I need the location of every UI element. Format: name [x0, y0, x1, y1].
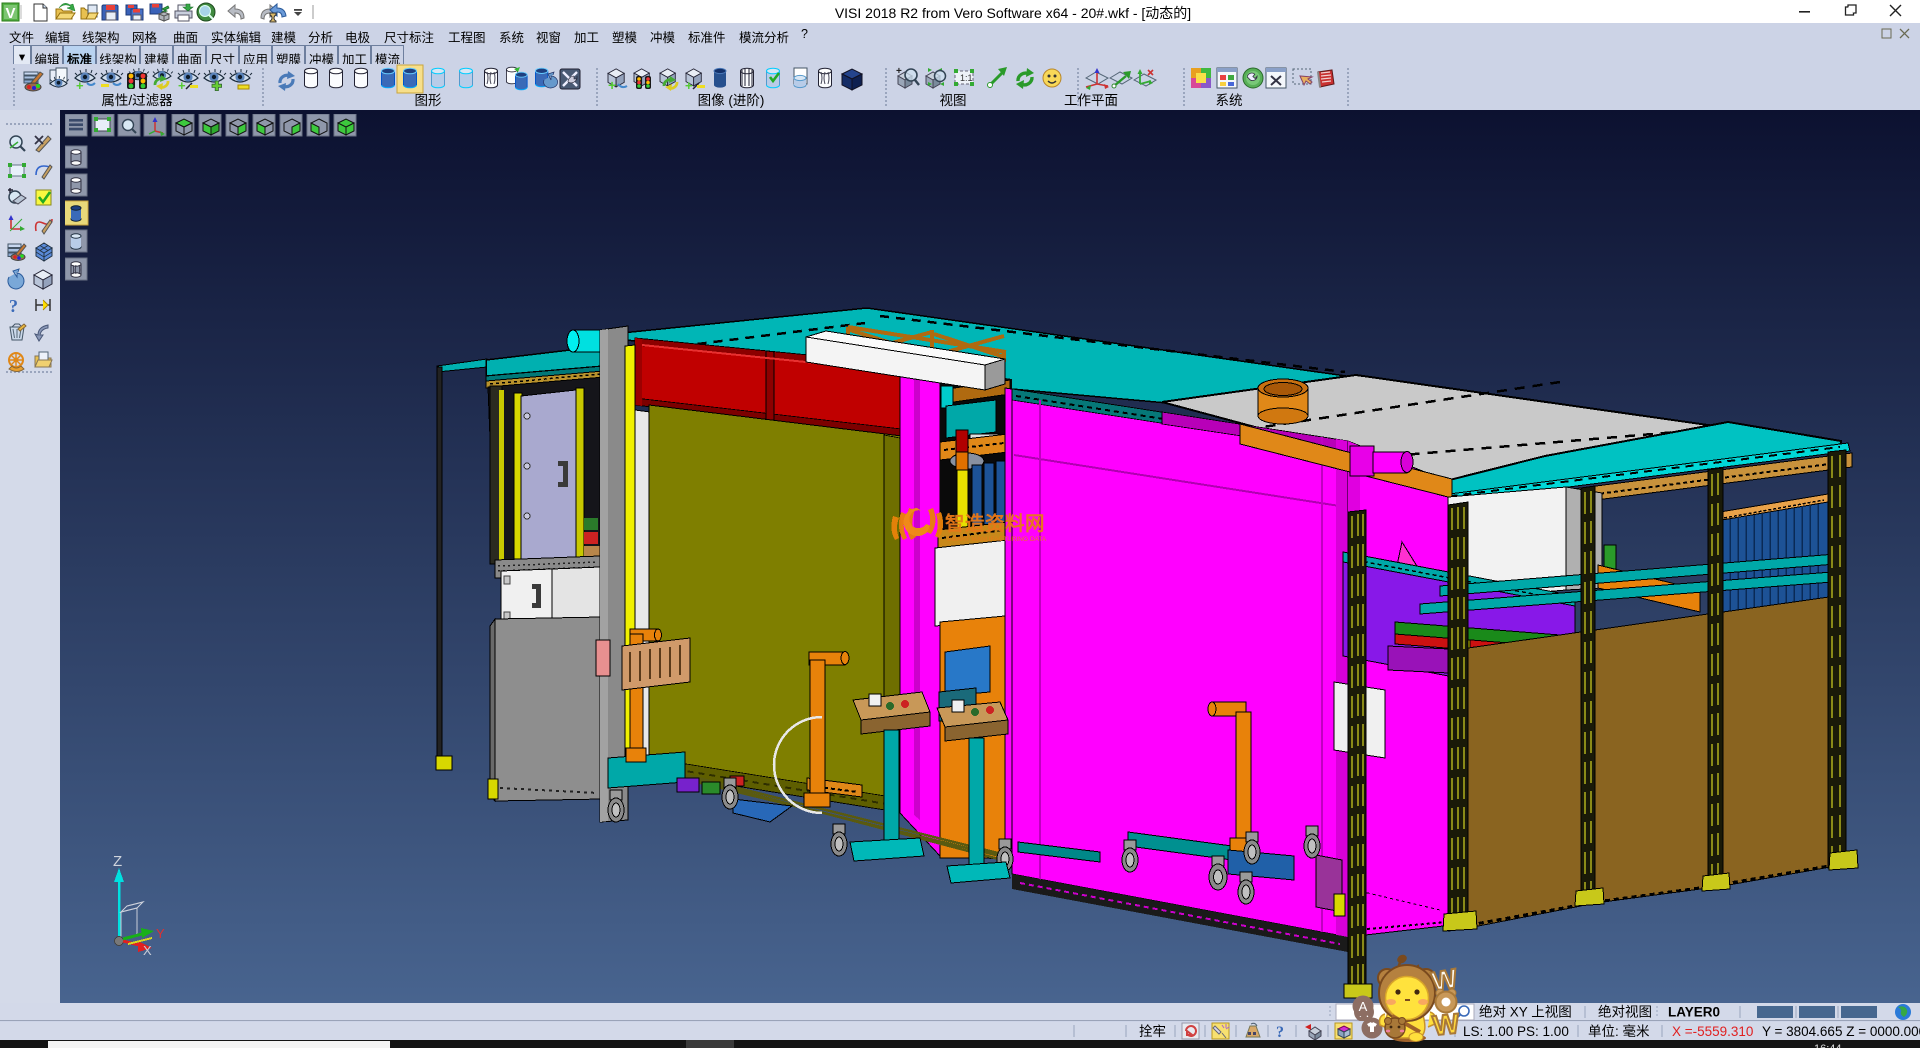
svg-text:Z: Z — [113, 853, 122, 870]
svg-text:工作平面: 工作平面 — [1064, 93, 1118, 108]
svg-text:+: + — [685, 78, 693, 93]
svg-text:?: ? — [1276, 1024, 1284, 1040]
svg-text:LAYER0: LAYER0 — [1668, 1005, 1720, 1020]
svg-text:图形: 图形 — [415, 93, 442, 108]
svg-text:智造资料网: 智造资料网 — [945, 512, 1045, 535]
svg-text:1:1: 1:1 — [960, 73, 973, 83]
svg-text:+: + — [76, 78, 84, 93]
svg-text:SMART MANUFACTURING DATA: SMART MANUFACTURING DATA — [947, 536, 1047, 543]
svg-text:Y: Y — [156, 926, 165, 941]
svg-text:Y = 3804.665 Z = 0000.000: Y = 3804.665 Z = 0000.000 — [1762, 1024, 1920, 1039]
svg-text:+: + — [178, 78, 186, 93]
svg-text:绝对视图: 绝对视图 — [1598, 1005, 1652, 1020]
svg-text:X =-5559.310: X =-5559.310 — [1672, 1024, 1753, 1039]
svg-text:图像 (进阶): 图像 (进阶) — [698, 93, 765, 108]
svg-text:视图: 视图 — [940, 93, 967, 108]
svg-text:拴牢: 拴牢 — [1139, 1024, 1166, 1039]
svg-text:属性/过滤器: 属性/过滤器 — [101, 93, 173, 108]
svg-text:X: X — [143, 943, 152, 958]
svg-text:A: A — [1359, 999, 1368, 1014]
svg-text:单位: 毫米: 单位: 毫米 — [1588, 1023, 1650, 1039]
svg-text:系统: 系统 — [1216, 93, 1243, 108]
svg-text:?: ? — [9, 296, 18, 316]
svg-text:V: V — [5, 5, 15, 22]
svg-text:+: + — [896, 66, 902, 77]
svg-text:+: + — [608, 77, 616, 93]
svg-text:W: W — [1431, 1008, 1461, 1042]
